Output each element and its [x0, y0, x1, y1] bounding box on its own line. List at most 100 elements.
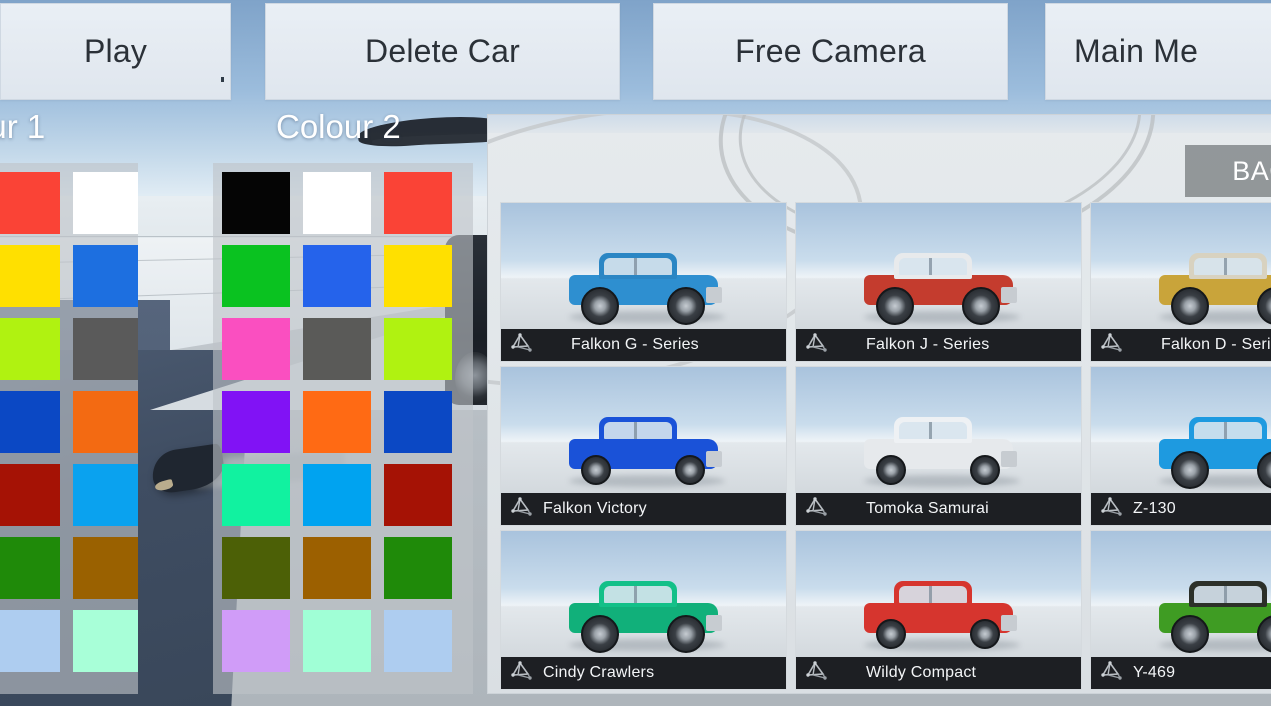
mesh-icon-svg: [511, 333, 533, 353]
colour-swatch[interactable]: [384, 318, 452, 380]
car-render: [559, 409, 729, 489]
car-name: Falkon Victory: [543, 500, 647, 518]
mesh-icon-svg: [1101, 333, 1123, 353]
colour-swatch[interactable]: [222, 610, 290, 672]
colour-swatch[interactable]: [0, 391, 60, 453]
colour-swatch[interactable]: [303, 391, 371, 453]
mesh-icon: [511, 661, 533, 686]
car-render: [1149, 573, 1271, 653]
colour-2-palette[interactable]: [213, 163, 473, 694]
colour-swatch[interactable]: [0, 318, 60, 380]
colour-swatch[interactable]: [0, 172, 60, 234]
car-render: [854, 573, 1024, 653]
car-name: Falkon G - Series: [543, 336, 699, 354]
colour-1-palette[interactable]: [0, 163, 138, 694]
top-button-bar: Play Delete Car Free Camera Main Me: [0, 0, 1271, 101]
colour-swatch[interactable]: [73, 245, 138, 307]
colour-swatch[interactable]: [73, 318, 138, 380]
car-render: [559, 245, 729, 325]
colour-1-title: our 1: [0, 108, 45, 146]
car-card[interactable]: Falkon J - Series: [795, 202, 1082, 362]
colour-swatch[interactable]: [222, 318, 290, 380]
car-label: Falkon J - Series: [796, 329, 1081, 361]
car-name: Falkon J - Series: [838, 336, 989, 354]
car-render: [559, 573, 729, 653]
colour-swatch[interactable]: [384, 391, 452, 453]
car-card[interactable]: Cindy Crawlers: [500, 530, 787, 690]
car-label: Wildy Compact: [796, 657, 1081, 689]
back-button[interactable]: BACK: [1185, 145, 1271, 197]
car-list: Falkon G - Series Falkon J - Series Falkon…: [500, 202, 1271, 690]
mesh-icon-svg: [806, 333, 828, 353]
car-render: [1149, 409, 1271, 489]
delete-car-button[interactable]: Delete Car: [265, 3, 620, 100]
mesh-icon: [806, 497, 828, 522]
colour-swatch[interactable]: [73, 464, 138, 526]
car-name: Wildy Compact: [838, 664, 976, 682]
colour-swatch[interactable]: [384, 610, 452, 672]
main-menu-button[interactable]: Main Me: [1045, 3, 1271, 100]
colour-swatch[interactable]: [0, 245, 60, 307]
car-render: [1149, 245, 1271, 325]
colour-swatch[interactable]: [0, 610, 60, 672]
colour-swatch[interactable]: [73, 172, 138, 234]
car-card[interactable]: Y-469: [1090, 530, 1271, 690]
mesh-icon-svg: [511, 497, 533, 517]
colour-swatch[interactable]: [0, 537, 60, 599]
car-card[interactable]: Falkon Victory: [500, 366, 787, 526]
mesh-icon-svg: [1101, 661, 1123, 681]
car-name: Y-469: [1133, 664, 1175, 682]
colour-swatch[interactable]: [73, 391, 138, 453]
mesh-icon: [806, 333, 828, 358]
colour-swatch[interactable]: [384, 172, 452, 234]
colour-swatch[interactable]: [303, 610, 371, 672]
colour-swatch[interactable]: [303, 464, 371, 526]
car-render: [854, 245, 1024, 325]
car-label: Tomoka Samurai: [796, 493, 1081, 525]
colour-swatch[interactable]: [222, 245, 290, 307]
colour-2-title: Colour 2: [276, 108, 401, 146]
car-label: Falkon G - Series: [501, 329, 786, 361]
colour-swatch[interactable]: [222, 391, 290, 453]
colour-swatch[interactable]: [303, 537, 371, 599]
play-button[interactable]: Play: [0, 3, 231, 100]
game-screen: Play Delete Car Free Camera Main Me our …: [0, 0, 1271, 706]
car-selection-panel: BACK Falkon G - SeriesFalkon J - SeriesF…: [487, 114, 1271, 694]
car-name: Tomoka Samurai: [838, 500, 989, 518]
colour-swatch[interactable]: [384, 537, 452, 599]
mesh-icon: [806, 661, 828, 686]
car-label: Z-130: [1091, 493, 1271, 525]
mesh-icon: [511, 333, 533, 358]
colour-swatch[interactable]: [303, 318, 371, 380]
mesh-icon: [1101, 661, 1123, 686]
colour-swatch[interactable]: [222, 464, 290, 526]
car-card[interactable]: Falkon D - Series: [1090, 202, 1271, 362]
free-camera-button[interactable]: Free Camera: [653, 3, 1008, 100]
car-name: Falkon D - Series: [1133, 336, 1271, 354]
colour-swatch[interactable]: [222, 172, 290, 234]
car-name: Z-130: [1133, 500, 1176, 518]
mesh-icon-svg: [806, 661, 828, 681]
car-card[interactable]: Wildy Compact: [795, 530, 1082, 690]
car-label: Y-469: [1091, 657, 1271, 689]
colour-swatch[interactable]: [73, 537, 138, 599]
colour-swatch[interactable]: [303, 245, 371, 307]
colour-swatch[interactable]: [303, 172, 371, 234]
colour-swatch[interactable]: [0, 464, 60, 526]
car-card[interactable]: Tomoka Samurai: [795, 366, 1082, 526]
mesh-icon: [1101, 497, 1123, 522]
car-label: Falkon Victory: [501, 493, 786, 525]
colour-swatch[interactable]: [384, 464, 452, 526]
car-card[interactable]: Z-130: [1090, 366, 1271, 526]
mesh-icon-svg: [806, 497, 828, 517]
mesh-icon-svg: [1101, 497, 1123, 517]
car-name: Cindy Crawlers: [543, 664, 654, 682]
mouse-cursor: [221, 77, 224, 82]
car-label: Falkon D - Series: [1091, 329, 1271, 361]
mesh-icon-svg: [511, 661, 533, 681]
car-card[interactable]: Falkon G - Series: [500, 202, 787, 362]
colour-swatch[interactable]: [384, 245, 452, 307]
colour-swatch[interactable]: [222, 537, 290, 599]
mesh-icon: [1101, 333, 1123, 358]
colour-swatch[interactable]: [73, 610, 138, 672]
